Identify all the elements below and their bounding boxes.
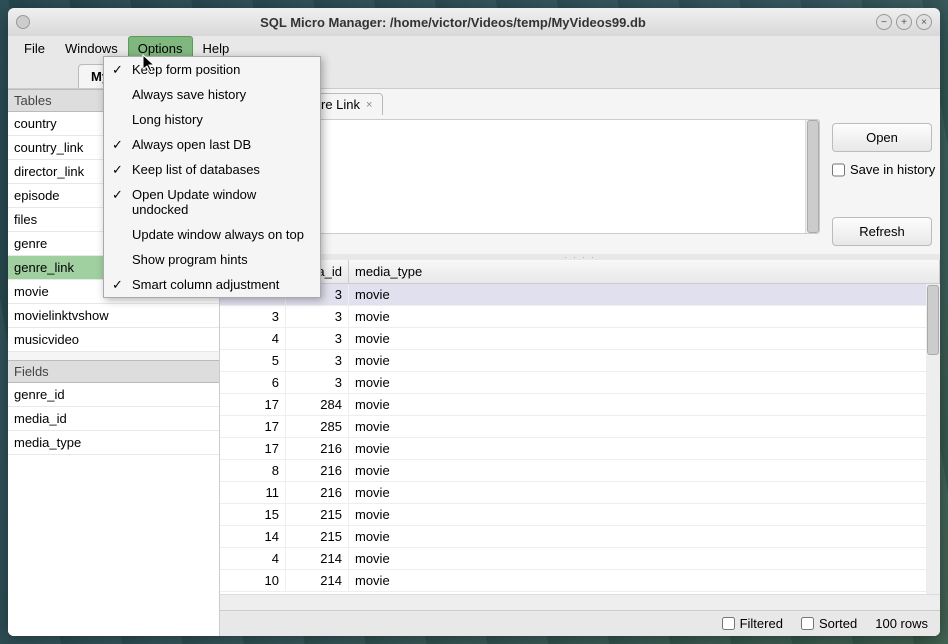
titlebar: SQL Micro Manager: /home/victor/Videos/t…	[8, 8, 940, 36]
dropdown-item[interactable]: Always save history	[104, 82, 320, 107]
sorted-input[interactable]	[801, 617, 814, 630]
dropdown-item[interactable]: Long history	[104, 107, 320, 132]
table-row[interactable]: 11216movie	[220, 482, 940, 504]
right-panel: re Link × * nre_link 00; Open Save in hi…	[220, 89, 940, 636]
window-controls: − + ×	[876, 14, 932, 30]
table-row[interactable]: 4214movie	[220, 548, 940, 570]
table-item[interactable]: movielinktvshow	[8, 304, 219, 328]
dropdown-item-label: Show program hints	[132, 252, 248, 267]
statusbar: Filtered Sorted 100 rows	[220, 610, 940, 636]
filtered-label: Filtered	[740, 616, 783, 631]
table-row[interactable]: 3movie	[220, 284, 940, 306]
save-history-checkbox[interactable]: Save in history	[832, 162, 932, 177]
query-tab[interactable]: re Link ×	[310, 93, 383, 115]
row-count: 100 rows	[875, 616, 928, 631]
table-row[interactable]: 10214movie	[220, 570, 940, 592]
check-icon: ✓	[112, 162, 123, 178]
query-area: * nre_link 00; Open Save in history Refr…	[220, 115, 940, 254]
table-row[interactable]: 43movie	[220, 328, 940, 350]
sorted-checkbox[interactable]: Sorted	[801, 616, 857, 631]
dropdown-item[interactable]: Update window always on top	[104, 222, 320, 247]
grid-hscrollbar[interactable]	[220, 594, 940, 610]
save-history-label: Save in history	[850, 162, 935, 177]
window-title: SQL Micro Manager: /home/victor/Videos/t…	[30, 15, 876, 30]
filtered-input[interactable]	[722, 617, 735, 630]
grid-area: ia_id media_type 3movie33movie43movie53m…	[220, 260, 940, 610]
dropdown-item-label: Keep list of databases	[132, 162, 260, 177]
grid-header: ia_id media_type	[220, 260, 940, 284]
options-dropdown: ✓ Keep form position Always save history Lo…	[103, 56, 321, 298]
open-button[interactable]: Open	[832, 123, 932, 152]
dropdown-item-label: Long history	[132, 112, 203, 127]
table-row[interactable]: 63movie	[220, 372, 940, 394]
dropdown-item-label: Always save history	[132, 87, 246, 102]
dropdown-item-label: Keep form position	[132, 62, 240, 77]
table-row[interactable]: 15215movie	[220, 504, 940, 526]
grid-vscrollbar[interactable]	[926, 284, 940, 594]
minimize-button[interactable]: −	[876, 14, 892, 30]
table-item[interactable]: musicvideo	[8, 328, 219, 352]
table-row[interactable]: 17216movie	[220, 438, 940, 460]
filtered-checkbox[interactable]: Filtered	[722, 616, 783, 631]
check-icon: ✓	[112, 187, 123, 203]
fields-list[interactable]: genre_idmedia_idmedia_type	[8, 383, 219, 636]
table-row[interactable]: 17284movie	[220, 394, 940, 416]
query-tab-row: re Link ×	[220, 89, 940, 115]
field-item[interactable]: genre_id	[8, 383, 219, 407]
dropdown-item-label: Smart column adjustment	[132, 277, 279, 292]
fields-header: Fields	[8, 360, 219, 383]
maximize-button[interactable]: +	[896, 14, 912, 30]
dropdown-item[interactable]: ✓ Keep form position	[104, 57, 320, 82]
table-row[interactable]: 17285movie	[220, 416, 940, 438]
dropdown-item[interactable]: ✓ Smart column adjustment	[104, 272, 320, 297]
table-row[interactable]: 14215movie	[220, 526, 940, 548]
dropdown-item-label: Always open last DB	[132, 137, 251, 152]
close-icon[interactable]: ×	[366, 99, 372, 111]
query-scrollbar[interactable]	[805, 120, 819, 233]
menu-file[interactable]: File	[14, 36, 55, 60]
table-row[interactable]: 33movie	[220, 306, 940, 328]
refresh-button[interactable]: Refresh	[832, 217, 932, 246]
field-item[interactable]: media_type	[8, 431, 219, 455]
window-menu-icon[interactable]	[16, 15, 30, 29]
grid-header-col3[interactable]: media_type	[349, 260, 940, 283]
check-icon: ✓	[112, 62, 123, 78]
dropdown-item[interactable]: Show program hints	[104, 247, 320, 272]
dropdown-item-label: Open Update window undocked	[132, 187, 256, 217]
grid-body[interactable]: 3movie33movie43movie53movie63movie17284m…	[220, 284, 940, 594]
table-row[interactable]: 8216movie	[220, 460, 940, 482]
close-button[interactable]: ×	[916, 14, 932, 30]
dropdown-item[interactable]: ✓ Keep list of databases	[104, 157, 320, 182]
save-history-input[interactable]	[832, 163, 845, 177]
field-item[interactable]: media_id	[8, 407, 219, 431]
query-tab-label: re Link	[321, 97, 360, 112]
dropdown-item-label: Update window always on top	[132, 227, 304, 242]
check-icon: ✓	[112, 277, 123, 293]
sorted-label: Sorted	[819, 616, 857, 631]
dropdown-item[interactable]: ✓ Always open last DB	[104, 132, 320, 157]
side-buttons: Open Save in history Refresh	[832, 119, 932, 246]
table-row[interactable]: 53movie	[220, 350, 940, 372]
dropdown-item[interactable]: ✓ Open Update window undocked	[104, 182, 320, 222]
check-icon: ✓	[112, 137, 123, 153]
